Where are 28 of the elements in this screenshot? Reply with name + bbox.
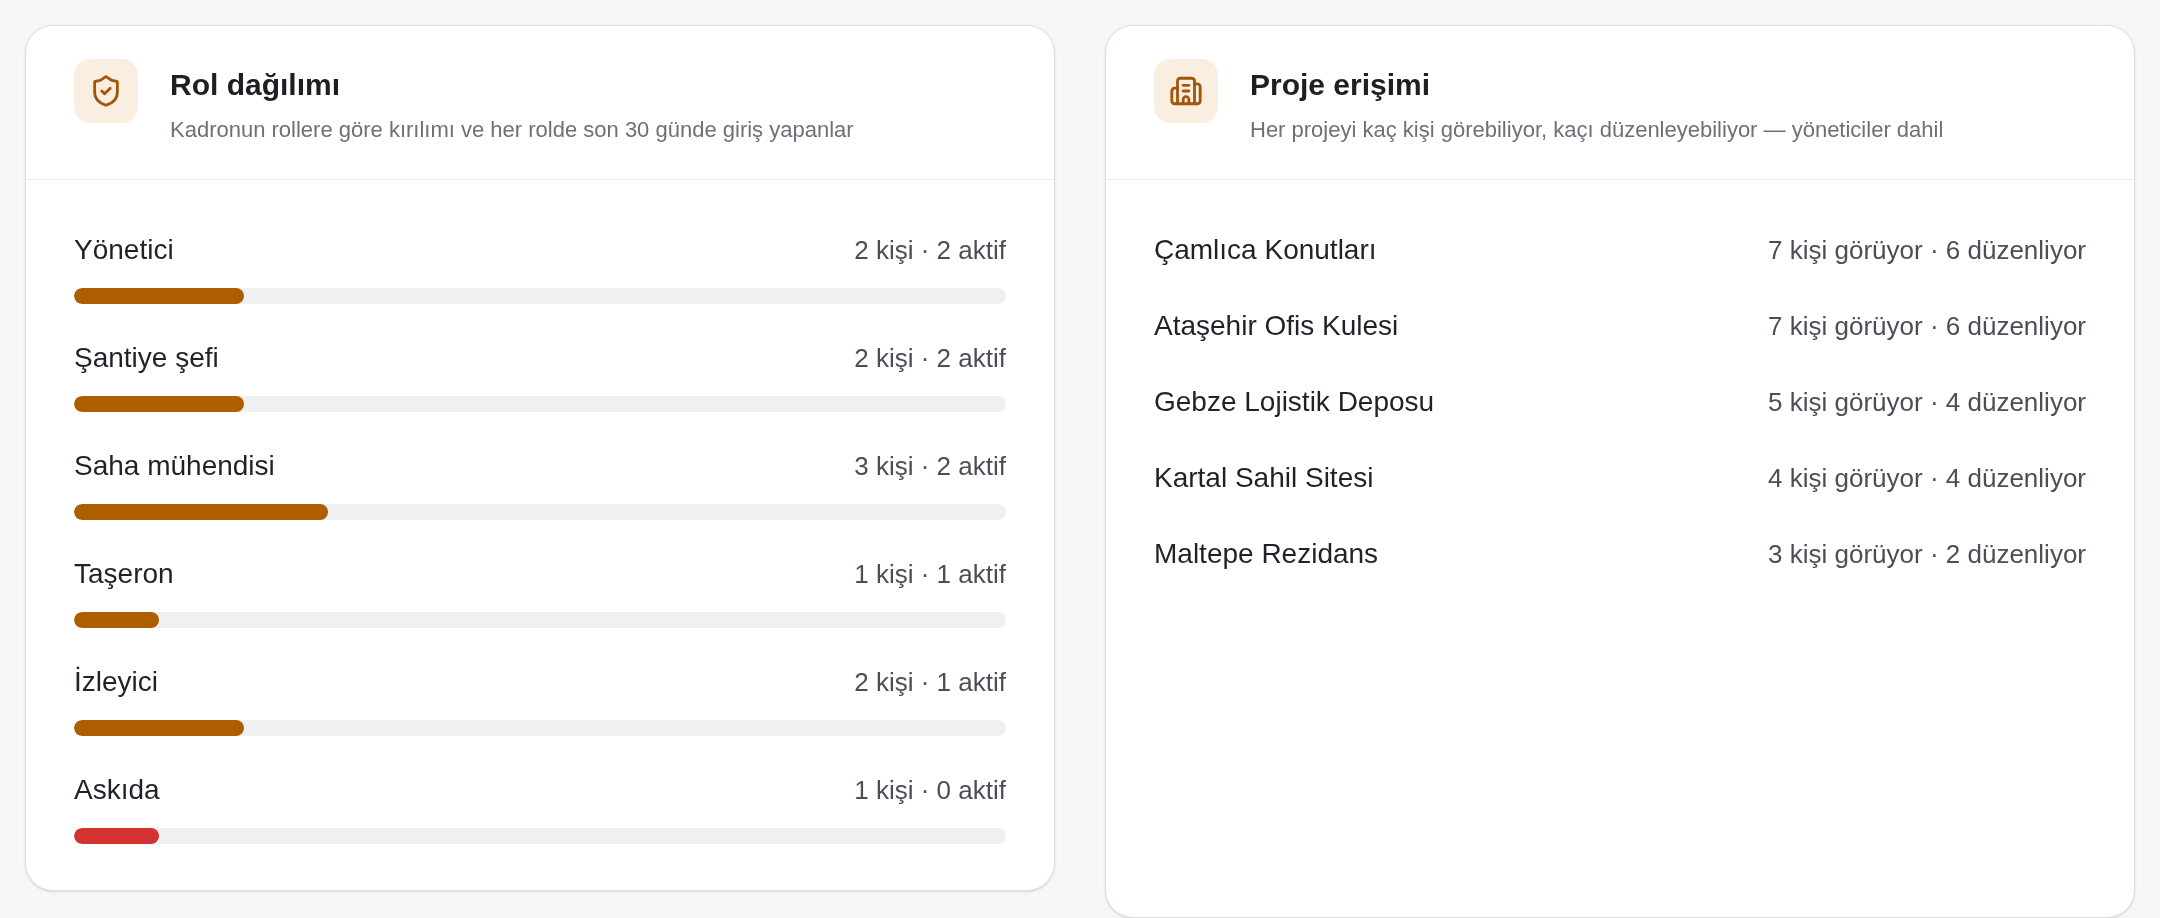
project-access-summary: 4 kişi görüyor · 4 düzenliyor	[1768, 462, 2086, 495]
shield-check-icon	[74, 59, 138, 123]
role-name: İzleyici	[74, 665, 158, 699]
project-name: Ataşehir Ofis Kulesi	[1154, 309, 1399, 343]
role-name: Saha mühendisi	[74, 449, 275, 483]
role-name: Yönetici	[74, 233, 174, 267]
project-access-summary: 3 kişi görüyor · 2 düzenliyor	[1768, 538, 2086, 571]
card-subtitle: Kadronun rollere göre kırılımı ve her rolde son 30 günde giriş yapanlar	[170, 116, 854, 144]
role-name: Şantiye şefi	[74, 341, 219, 375]
project-access-summary: 7 kişi görüyor · 6 düzenliyor	[1768, 234, 2086, 267]
role-name: Askıda	[74, 773, 160, 807]
card-title: Rol dağılımı	[170, 67, 341, 103]
card-title: Proje erişimi	[1250, 67, 1432, 103]
project-name: Çamlıca Konutları	[1154, 233, 1377, 267]
project-access-summary: 7 kişi görüyor · 6 düzenliyor	[1768, 310, 2086, 343]
role-summary: 1 kişi · 1 aktif	[854, 558, 1006, 591]
project-name: Maltepe Rezidans	[1154, 537, 1379, 571]
role-summary: 2 kişi · 1 aktif	[854, 666, 1006, 699]
building-icon	[1154, 59, 1218, 123]
role-name: Taşeron	[74, 557, 174, 591]
project-access-summary: 5 kişi görüyor · 4 düzenliyor	[1768, 386, 2086, 419]
role-summary: 3 kişi · 2 aktif	[854, 450, 1006, 483]
project-name: Kartal Sahil Sitesi	[1154, 461, 1374, 495]
role-summary: 1 kişi · 0 aktif	[854, 774, 1006, 807]
role-summary: 2 kişi · 2 aktif	[854, 234, 1006, 267]
card-subtitle: Her projeyi kaç kişi görebiliyor, kaçı düzenleyebiliyor — yöneticiler dahil	[1250, 116, 1944, 144]
project-name: Gebze Lojistik Deposu	[1154, 385, 1435, 419]
role-summary: 2 kişi · 2 aktif	[854, 342, 1006, 375]
